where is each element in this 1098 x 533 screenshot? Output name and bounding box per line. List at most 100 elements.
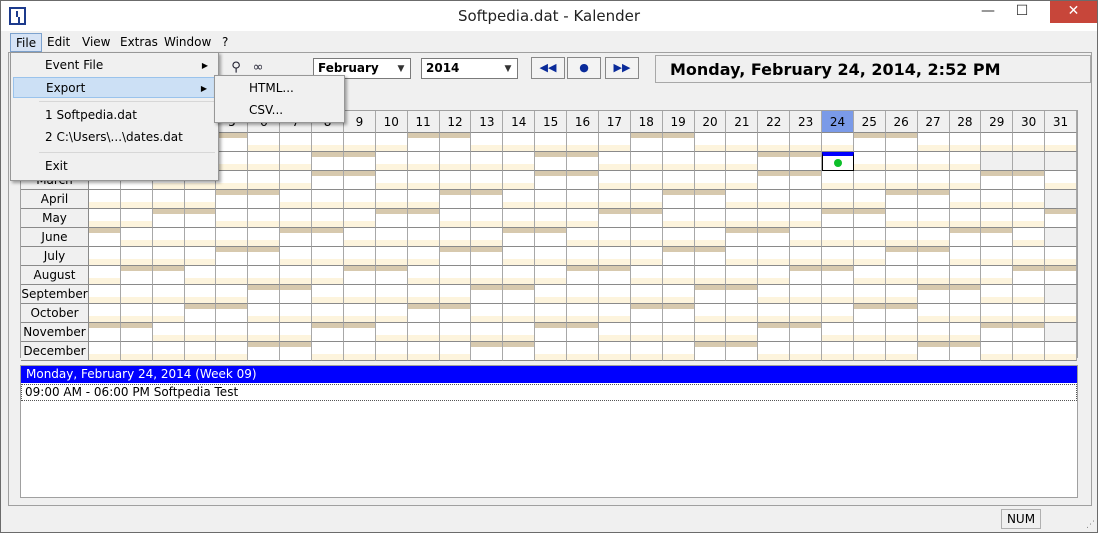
day-cell[interactable] xyxy=(567,209,599,228)
day-cell[interactable] xyxy=(885,228,918,247)
day-header[interactable]: 27 xyxy=(917,111,950,133)
day-header[interactable]: 28 xyxy=(949,111,982,133)
day-cell[interactable] xyxy=(630,190,663,209)
maximize-button[interactable]: ☐ xyxy=(1007,1,1037,23)
day-cell[interactable] xyxy=(917,171,950,190)
day-cell[interactable] xyxy=(598,304,631,323)
day-cell[interactable] xyxy=(981,152,1014,171)
day-cell[interactable] xyxy=(1045,190,1077,209)
day-cell[interactable] xyxy=(758,285,791,304)
menu-item-event-file[interactable]: Event File ▶ xyxy=(13,55,216,76)
day-cell[interactable] xyxy=(471,266,504,285)
day-cell[interactable] xyxy=(343,133,376,152)
day-header[interactable]: 9 xyxy=(343,111,376,133)
day-cell[interactable] xyxy=(822,323,854,342)
day-cell[interactable] xyxy=(726,266,759,285)
day-cell[interactable] xyxy=(662,304,695,323)
day-cell[interactable] xyxy=(1013,266,1046,285)
day-cell[interactable] xyxy=(694,209,727,228)
day-cell[interactable] xyxy=(184,190,217,209)
day-cell[interactable] xyxy=(439,133,472,152)
day-cell[interactable] xyxy=(917,285,950,304)
day-cell[interactable] xyxy=(248,342,281,361)
day-cell[interactable] xyxy=(949,323,982,342)
resize-grip-icon[interactable]: ⋰ xyxy=(1086,520,1095,530)
day-cell[interactable] xyxy=(694,228,727,247)
day-cell[interactable] xyxy=(822,133,854,152)
day-cell[interactable] xyxy=(949,228,982,247)
day-cell[interactable] xyxy=(822,228,854,247)
day-cell[interactable] xyxy=(89,304,121,323)
day-cell[interactable] xyxy=(248,190,281,209)
day-cell[interactable] xyxy=(280,190,313,209)
day-cell[interactable] xyxy=(503,152,536,171)
day-cell[interactable] xyxy=(375,342,408,361)
day-header[interactable]: 20 xyxy=(694,111,727,133)
day-cell[interactable] xyxy=(790,266,823,285)
day-cell[interactable] xyxy=(822,304,854,323)
day-cell[interactable] xyxy=(216,304,249,323)
day-cell[interactable] xyxy=(662,323,695,342)
day-cell[interactable] xyxy=(1045,247,1077,266)
day-cell[interactable] xyxy=(503,342,536,361)
day-cell[interactable] xyxy=(407,133,440,152)
day-cell[interactable] xyxy=(630,285,663,304)
day-cell[interactable] xyxy=(598,247,631,266)
menu-item-recent-2[interactable]: 2 C:\Users\...\dates.dat xyxy=(13,127,216,148)
day-header[interactable]: 24 xyxy=(822,111,854,133)
day-cell[interactable] xyxy=(662,152,695,171)
day-header[interactable]: 10 xyxy=(375,111,408,133)
day-cell[interactable] xyxy=(89,342,121,361)
day-header[interactable]: 16 xyxy=(567,111,599,133)
day-cell[interactable] xyxy=(407,152,440,171)
day-cell[interactable] xyxy=(853,152,886,171)
today-button[interactable]: ● xyxy=(567,57,601,79)
day-cell[interactable] xyxy=(312,247,344,266)
month-label[interactable]: December xyxy=(21,342,89,361)
day-cell[interactable] xyxy=(375,133,408,152)
day-cell[interactable] xyxy=(471,323,504,342)
day-cell[interactable] xyxy=(726,228,759,247)
month-label[interactable]: June xyxy=(21,228,89,247)
day-cell[interactable] xyxy=(89,209,121,228)
day-cell[interactable] xyxy=(822,190,854,209)
day-header[interactable]: 30 xyxy=(1013,111,1046,133)
day-cell[interactable] xyxy=(917,323,950,342)
day-cell[interactable] xyxy=(630,152,663,171)
day-cell[interactable] xyxy=(567,304,599,323)
day-cell[interactable] xyxy=(885,342,918,361)
day-cell[interactable] xyxy=(280,228,313,247)
day-cell[interactable] xyxy=(216,285,249,304)
day-cell[interactable] xyxy=(1045,342,1077,361)
day-cell[interactable] xyxy=(312,209,344,228)
day-header[interactable]: 18 xyxy=(630,111,663,133)
day-cell[interactable] xyxy=(981,209,1014,228)
day-cell[interactable] xyxy=(89,247,121,266)
day-cell[interactable] xyxy=(216,152,249,171)
day-cell[interactable] xyxy=(567,133,599,152)
day-cell[interactable] xyxy=(790,304,823,323)
day-cell[interactable] xyxy=(216,247,249,266)
day-cell[interactable] xyxy=(439,304,472,323)
day-cell[interactable] xyxy=(535,266,568,285)
day-cell[interactable] xyxy=(184,323,217,342)
day-cell[interactable] xyxy=(503,247,536,266)
day-cell[interactable] xyxy=(312,342,344,361)
day-cell[interactable] xyxy=(758,133,791,152)
day-cell[interactable] xyxy=(598,133,631,152)
day-cell[interactable] xyxy=(280,304,313,323)
day-cell[interactable] xyxy=(375,304,408,323)
day-cell[interactable] xyxy=(343,304,376,323)
day-cell[interactable] xyxy=(120,266,153,285)
day-cell[interactable] xyxy=(598,152,631,171)
day-cell[interactable] xyxy=(949,266,982,285)
day-cell[interactable] xyxy=(981,171,1014,190)
day-cell[interactable] xyxy=(407,228,440,247)
day-cell[interactable] xyxy=(89,228,121,247)
day-cell[interactable] xyxy=(248,266,281,285)
day-cell[interactable] xyxy=(917,152,950,171)
day-cell[interactable] xyxy=(1013,152,1046,171)
day-cell[interactable] xyxy=(248,152,281,171)
day-cell[interactable] xyxy=(567,190,599,209)
day-cell[interactable] xyxy=(343,323,376,342)
